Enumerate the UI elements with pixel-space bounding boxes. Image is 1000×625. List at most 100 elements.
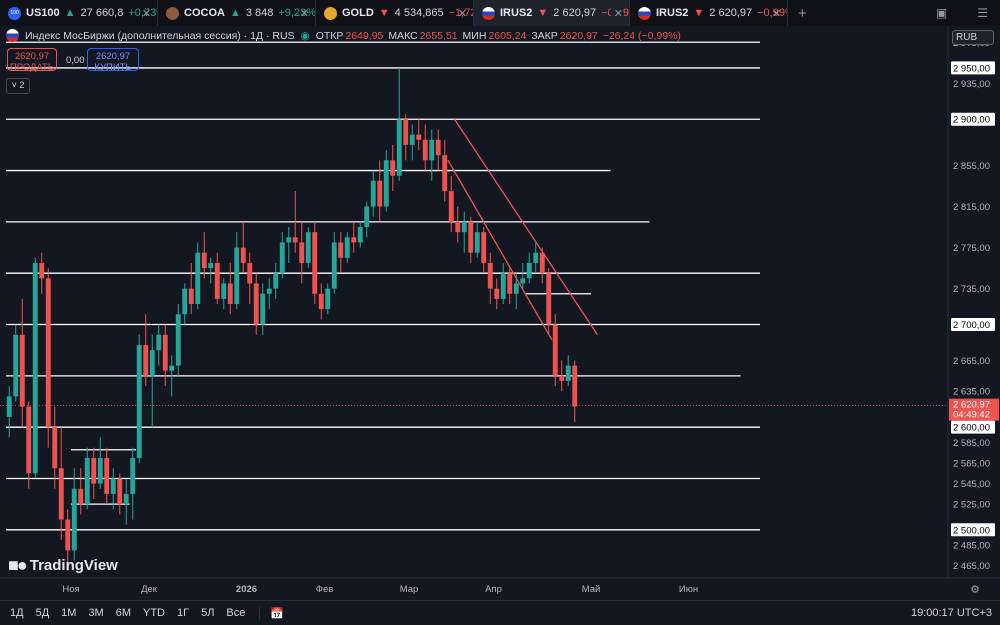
period-1d[interactable]: 1Д: [0, 607, 30, 619]
candle-body[interactable]: [526, 262, 532, 279]
tab-cocoa-1[interactable]: COCOA ▲ 3 848 +9,23% ✕: [158, 0, 316, 26]
candle-body[interactable]: [78, 488, 84, 505]
candle-body[interactable]: [221, 283, 227, 299]
candle-body[interactable]: [156, 334, 162, 351]
candle-body[interactable]: [546, 273, 552, 325]
candle-body[interactable]: [71, 488, 77, 551]
close-icon[interactable]: ✕: [297, 7, 309, 20]
candle-body[interactable]: [26, 406, 32, 474]
candle-body[interactable]: [435, 139, 441, 156]
candle-body[interactable]: [234, 247, 240, 304]
candle-body[interactable]: [325, 288, 331, 310]
period-1y[interactable]: 1Г: [171, 607, 195, 619]
candle-body[interactable]: [416, 134, 422, 140]
settings-gear-icon[interactable]: ⚙: [970, 584, 980, 596]
candle-body[interactable]: [442, 155, 448, 192]
candle-body[interactable]: [201, 252, 207, 269]
add-tab-button[interactable]: +: [788, 0, 817, 26]
candle-body[interactable]: [104, 457, 110, 494]
buy-button[interactable]: 2620,97 КУПИТЬ: [87, 48, 139, 73]
candle-body[interactable]: [396, 119, 402, 176]
candle-body[interactable]: [390, 160, 396, 176]
candle-body[interactable]: [123, 493, 129, 505]
candle-body[interactable]: [448, 191, 454, 222]
candle-body[interactable]: [429, 139, 435, 161]
candle-body[interactable]: [227, 283, 233, 304]
tab-us100-0[interactable]: 100US100▲27 660,8+0,73%✕: [0, 0, 158, 26]
candle-body[interactable]: [13, 334, 19, 397]
candle-body[interactable]: [65, 519, 71, 551]
currency-selector[interactable]: RUB: [952, 30, 994, 45]
candle-body[interactable]: [286, 237, 292, 243]
candle-body[interactable]: [552, 324, 558, 376]
candle-body[interactable]: [565, 365, 571, 381]
period-5d[interactable]: 5Д: [30, 607, 56, 619]
candle-body[interactable]: [500, 273, 506, 299]
sell-button[interactable]: 2620,97 ПРОДАТЬ: [7, 48, 57, 73]
candle-body[interactable]: [39, 262, 45, 279]
close-icon[interactable]: ✕: [139, 7, 151, 20]
candle-body[interactable]: [461, 221, 467, 233]
candle-body[interactable]: [117, 478, 123, 505]
candle-body[interactable]: [84, 457, 90, 505]
candle-body[interactable]: [143, 345, 149, 376]
candle-body[interactable]: [357, 227, 363, 243]
candle-body[interactable]: [188, 288, 194, 304]
candle-body[interactable]: [559, 375, 565, 381]
candle-body[interactable]: [110, 478, 116, 494]
candle-body[interactable]: [136, 345, 142, 458]
candle-body[interactable]: [214, 262, 220, 299]
tab-irus2-3[interactable]: IRUS2▼2 620,97−0,99%✕: [474, 0, 630, 26]
candle-body[interactable]: [370, 180, 376, 207]
candle-body[interactable]: [253, 283, 259, 325]
close-icon[interactable]: ✕: [455, 7, 467, 20]
candle-body[interactable]: [533, 252, 539, 263]
candle-body[interactable]: [305, 232, 311, 263]
candle-body[interactable]: [52, 427, 58, 469]
candle-body[interactable]: [494, 288, 500, 299]
eye-icon[interactable]: ◉: [301, 30, 310, 42]
candle-body[interactable]: [182, 288, 188, 315]
channel-line-0[interactable]: [453, 118, 599, 336]
candle-body[interactable]: [572, 365, 578, 407]
candle-body[interactable]: [507, 273, 513, 294]
candle-body[interactable]: [383, 160, 389, 207]
clock[interactable]: 19:00:17 UTC+3: [911, 607, 992, 619]
candle-body[interactable]: [377, 180, 383, 207]
close-icon[interactable]: ✕: [769, 7, 781, 20]
candle-body[interactable]: [344, 237, 350, 258]
candle-body[interactable]: [351, 237, 357, 243]
candle-body[interactable]: [45, 278, 51, 428]
candle-body[interactable]: [91, 457, 97, 484]
candle-body[interactable]: [403, 119, 409, 145]
candle-body[interactable]: [513, 283, 519, 294]
tab-irus2-4[interactable]: IRUS2▼2 620,97−0,99%✕: [630, 0, 788, 26]
period-3m[interactable]: 3М: [82, 607, 109, 619]
candle-body[interactable]: [97, 457, 103, 484]
period-5y[interactable]: 5Л: [195, 607, 220, 619]
candle-body[interactable]: [175, 314, 181, 366]
period-ytd[interactable]: YTD: [137, 607, 171, 619]
tradingview-watermark[interactable]: ■● TradingView: [8, 555, 118, 576]
candle-body[interactable]: [312, 232, 318, 294]
candle-body[interactable]: [318, 293, 324, 310]
candle-body[interactable]: [520, 278, 526, 284]
candle-body[interactable]: [481, 232, 487, 263]
candle-body[interactable]: [468, 221, 474, 253]
more-icon[interactable]: ☰: [977, 6, 988, 20]
candle-body[interactable]: [19, 334, 25, 407]
tab-gold-2[interactable]: GOLD▼4 534,865−1,72%✕: [316, 0, 474, 26]
candle-body[interactable]: [149, 350, 155, 376]
period-1m[interactable]: 1М: [55, 607, 82, 619]
candle-body[interactable]: [6, 396, 12, 417]
candle-body[interactable]: [455, 221, 461, 233]
calendar-icon[interactable]: 📅: [259, 606, 290, 620]
candle-body[interactable]: [299, 242, 305, 263]
candle-body[interactable]: [240, 247, 246, 263]
close-icon[interactable]: ✕: [610, 6, 623, 20]
candle-body[interactable]: [331, 242, 337, 289]
candle-body[interactable]: [338, 242, 344, 258]
candle-body[interactable]: [487, 262, 493, 289]
indicator-collapse-button[interactable]: ˅ 2: [6, 78, 30, 94]
candle-body[interactable]: [292, 237, 298, 243]
